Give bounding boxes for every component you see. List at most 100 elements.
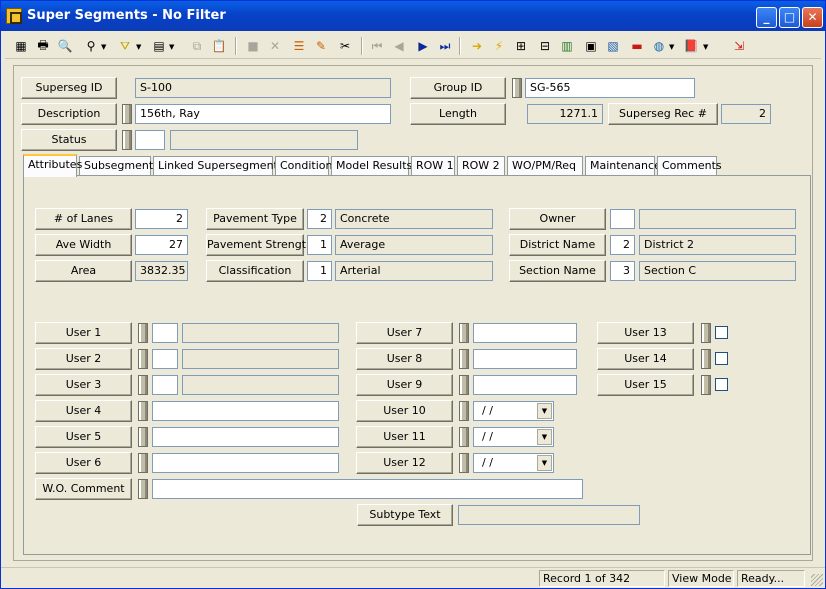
status-button[interactable]: Status — [21, 129, 117, 151]
calc-icon[interactable]: ▣ — [581, 36, 601, 56]
superseg-rec-field[interactable]: 2 — [721, 104, 771, 124]
user15-button[interactable]: User 15 — [597, 374, 694, 396]
book-icon[interactable]: 📕 — [681, 36, 701, 56]
delete-icon[interactable]: ✕ — [265, 36, 285, 56]
description-button[interactable]: Description — [21, 103, 117, 125]
chevron-down-icon[interactable]: ▼ — [169, 43, 174, 51]
tab-attributes[interactable]: Attributes — [23, 154, 82, 177]
user10-date-select[interactable]: / / ▼ — [473, 401, 554, 421]
filter-icon[interactable]: ⛛ — [115, 36, 135, 56]
section-code[interactable]: 3 — [610, 261, 635, 281]
user7-button[interactable]: User 7 — [356, 322, 453, 344]
length-field[interactable]: 1271.1 — [527, 104, 603, 124]
user4-field[interactable] — [152, 401, 339, 421]
chevron-down-icon[interactable]: ▼ — [537, 455, 552, 471]
lookup-marker[interactable] — [701, 349, 711, 369]
lanes-field[interactable]: 2 — [135, 209, 188, 229]
user12-date-select[interactable]: / / ▼ — [473, 453, 554, 473]
save-icon[interactable]: ■ — [243, 36, 263, 56]
user11-button[interactable]: User 11 — [356, 426, 453, 448]
superseg-id-button[interactable]: Superseg ID — [21, 77, 117, 99]
superseg-rec-button[interactable]: Superseg Rec # — [608, 103, 718, 125]
user11-date-select[interactable]: / / ▼ — [473, 427, 554, 447]
user9-field[interactable] — [473, 375, 577, 395]
map-icon[interactable]: ⊞ — [511, 36, 531, 56]
bus-icon[interactable]: ▬ — [627, 36, 647, 56]
user3-code[interactable] — [152, 375, 178, 395]
ave-width-field[interactable]: 27 — [135, 235, 188, 255]
chevron-down-icon[interactable]: ▼ — [703, 43, 708, 51]
report-icon[interactable]: ▧ — [603, 36, 623, 56]
user14-checkbox[interactable] — [715, 352, 728, 365]
lookup-marker[interactable] — [459, 349, 469, 369]
pavement-strength-code[interactable]: 1 — [307, 235, 332, 255]
chevron-down-icon[interactable]: ▼ — [537, 403, 552, 419]
district-button[interactable]: District Name — [509, 234, 606, 256]
preview-icon[interactable]: 🔍 — [55, 36, 75, 56]
area-field[interactable]: 3832.35 — [135, 261, 188, 281]
lookup-marker[interactable] — [459, 453, 469, 473]
lookup-marker[interactable] — [459, 323, 469, 343]
minimize-button[interactable]: _ — [756, 7, 777, 28]
district-code[interactable]: 2 — [610, 235, 635, 255]
status-code-field[interactable] — [135, 130, 165, 150]
superseg-id-field[interactable]: S-100 — [135, 78, 391, 98]
lookup-marker[interactable] — [122, 104, 132, 124]
pavement-type-code[interactable]: 2 — [307, 209, 332, 229]
tab-model-results[interactable]: Model Results — [331, 156, 412, 176]
user7-field[interactable] — [473, 323, 577, 343]
print-icon[interactable]: 🖶 — [33, 36, 53, 56]
lookup-marker[interactable] — [138, 401, 148, 421]
tab-maintenance[interactable]: Maintenance — [585, 156, 661, 176]
area-button[interactable]: Area — [35, 260, 132, 282]
tab-comments[interactable]: Comments — [657, 156, 722, 176]
lookup-marker[interactable] — [701, 375, 711, 395]
user12-button[interactable]: User 12 — [356, 452, 453, 474]
tab-row1[interactable]: ROW 1 — [411, 156, 455, 176]
user13-button[interactable]: User 13 — [597, 322, 694, 344]
lookup-marker[interactable] — [138, 479, 148, 499]
first-icon[interactable]: ⏮ — [367, 36, 387, 56]
user5-button[interactable]: User 5 — [35, 426, 132, 448]
close-button[interactable]: ✕ — [802, 7, 823, 28]
chevron-down-icon[interactable]: ▼ — [101, 43, 106, 51]
owner-button[interactable]: Owner — [509, 208, 606, 230]
resize-grip-icon[interactable] — [811, 574, 823, 586]
binoculars-icon[interactable]: ⚲ — [81, 36, 101, 56]
user5-field[interactable] — [152, 427, 339, 447]
user15-checkbox[interactable] — [715, 378, 728, 391]
lanes-button[interactable]: # of Lanes — [35, 208, 132, 230]
prev-icon[interactable]: ◀ — [389, 36, 409, 56]
ave-width-button[interactable]: Ave Width — [35, 234, 132, 256]
wo-comment-field[interactable] — [152, 479, 583, 499]
user1-button[interactable]: User 1 — [35, 322, 132, 344]
maximize-button[interactable]: □ — [779, 7, 800, 28]
user3-button[interactable]: User 3 — [35, 374, 132, 396]
lookup-marker[interactable] — [512, 78, 522, 98]
user2-code[interactable] — [152, 349, 178, 369]
lookup-marker[interactable] — [138, 453, 148, 473]
user6-button[interactable]: User 6 — [35, 452, 132, 474]
tab-linked-supersegments[interactable]: Linked Supersegments — [153, 156, 284, 176]
tab-condition[interactable]: Condition — [275, 156, 333, 176]
lookup-marker[interactable] — [138, 323, 148, 343]
user8-button[interactable]: User 8 — [356, 348, 453, 370]
edit-icon[interactable]: ✎ — [311, 36, 331, 56]
section-button[interactable]: Section Name — [509, 260, 606, 282]
user14-button[interactable]: User 14 — [597, 348, 694, 370]
tree-icon[interactable]: ⊟ — [535, 36, 555, 56]
export-icon[interactable]: ⇲ — [729, 36, 749, 56]
user13-checkbox[interactable] — [715, 326, 728, 339]
lookup-marker[interactable] — [138, 427, 148, 447]
chevron-down-icon[interactable]: ▼ — [136, 43, 141, 51]
lookup-marker[interactable] — [138, 375, 148, 395]
group-id-field[interactable]: SG-565 — [525, 78, 695, 98]
globe-icon[interactable]: ◍ — [649, 36, 669, 56]
user2-button[interactable]: User 2 — [35, 348, 132, 370]
group-id-button[interactable]: Group ID — [410, 77, 506, 99]
tab-row2[interactable]: ROW 2 — [457, 156, 505, 176]
description-field[interactable]: 156th, Ray — [135, 104, 391, 124]
flash-icon[interactable]: ⚡ — [489, 36, 509, 56]
chevron-down-icon[interactable]: ▼ — [537, 429, 552, 445]
tab-subsegments[interactable]: Subsegments — [79, 156, 159, 176]
